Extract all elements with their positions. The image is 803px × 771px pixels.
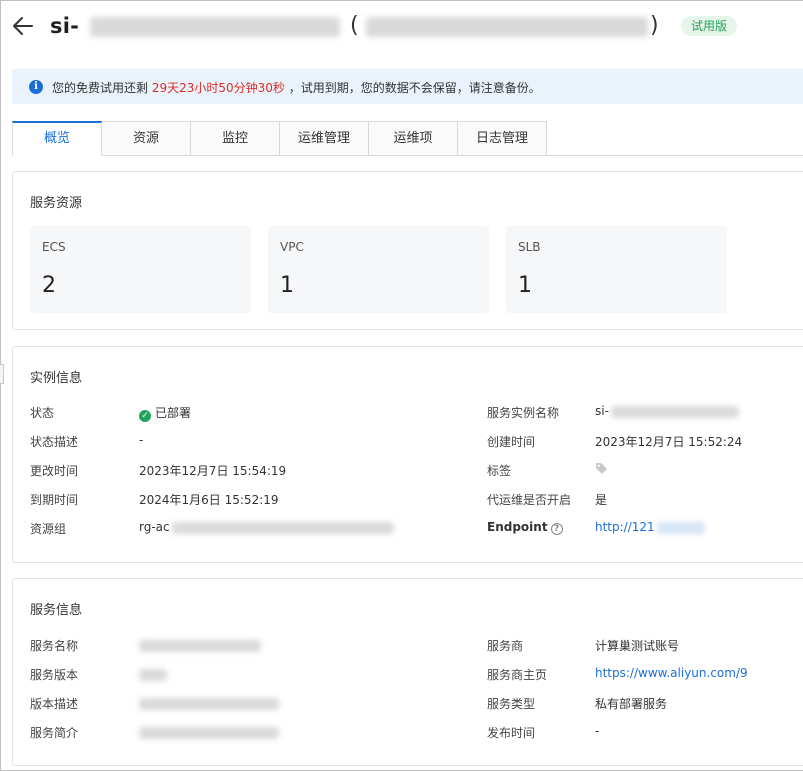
service-summary-label: 服务简介	[30, 726, 79, 740]
arrow-left-icon	[13, 17, 33, 35]
publish-time-label: 发布时间	[487, 726, 536, 740]
modified-time-value: 2023年12月7日 15:54:19	[139, 464, 287, 478]
service-summary-value	[139, 725, 279, 739]
tab-monitoring[interactable]: 监控	[191, 121, 280, 156]
tag-icon[interactable]	[595, 462, 608, 474]
tags-value	[595, 462, 608, 477]
tab-overview[interactable]: 概览	[12, 121, 102, 156]
resource-count: 1	[280, 273, 294, 298]
status-desc-value: -	[139, 433, 144, 447]
instance-info-card: 实例信息 状态 ✓ 已部署 状态描述 - 更改时间 2023年12月7日 15:5…	[12, 346, 803, 563]
service-type-value: 私有部署服务	[595, 697, 668, 711]
service-name-label: 服务名称	[30, 639, 79, 653]
modified-time-label: 更改时间	[30, 464, 79, 478]
card-title: 服务资源	[30, 196, 83, 211]
back-button[interactable]	[12, 14, 34, 38]
provider-label: 服务商	[487, 639, 524, 653]
version-desc-value	[139, 696, 279, 710]
tab-log-management[interactable]: 日志管理	[458, 121, 547, 156]
resource-slb[interactable]: SLB 1	[506, 226, 727, 313]
status-text: 已部署	[155, 406, 192, 420]
redacted-service-version	[139, 668, 167, 681]
tab-ops-items[interactable]: 运维项	[369, 121, 458, 156]
resource-label: VPC	[280, 240, 304, 254]
resource-group-value: rg-ac	[139, 520, 394, 534]
tab-resources[interactable]: 资源	[102, 121, 191, 156]
redacted-resource-group	[171, 521, 394, 534]
tab-divider	[547, 155, 803, 156]
instance-name-value: si-	[595, 404, 739, 418]
service-version-value	[139, 667, 167, 681]
status-label: 状态	[30, 406, 55, 420]
card-title: 实例信息	[30, 371, 83, 386]
card-title: 服务信息	[30, 603, 83, 618]
redacted-service-name	[139, 639, 261, 652]
instance-name-label: 服务实例名称	[487, 406, 560, 420]
resource-count: 2	[42, 273, 56, 298]
service-info-card: 服务信息 服务名称 服务版本 版本描述 服务简介 服务商 计算巢测试账号 服务商…	[12, 578, 803, 766]
service-type-label: 服务类型	[487, 697, 536, 711]
resource-group-prefix: rg-ac	[139, 520, 170, 534]
tags-label: 标签	[487, 464, 512, 478]
publish-time-value: -	[595, 724, 600, 738]
status-value: ✓ 已部署	[139, 404, 191, 422]
tab-bar: 概览 资源 监控 运维管理 运维项 日志管理	[12, 121, 547, 156]
endpoint-value[interactable]: http://121	[595, 520, 705, 534]
notice-text: 您的免费试用还剩 29天23小时50分钟30秒 ，试用到期，您的数据不会保留，请…	[52, 79, 541, 96]
page-title: si-	[50, 14, 80, 38]
redacted-instance-name-value	[610, 405, 739, 418]
created-time-value: 2023年12月7日 15:52:24	[595, 435, 743, 449]
check-circle-icon: ✓	[139, 410, 151, 422]
trial-badge: 试用版	[681, 16, 738, 36]
provider-homepage-link[interactable]: https://www.aliyun.com/9	[595, 666, 748, 680]
resource-label: SLB	[518, 240, 541, 254]
created-time-label: 创建时间	[487, 435, 536, 449]
instance-name-prefix: si-	[595, 404, 609, 418]
service-resources-card: 服务资源 ECS 2 VPC 1 SLB 1	[12, 171, 803, 330]
side-collapse-handle[interactable]	[0, 364, 4, 384]
resource-label: ECS	[42, 240, 66, 254]
info-icon: i	[29, 80, 43, 94]
notice-text-after: ，试用到期，您的数据不会保留，请注意备份。	[284, 81, 541, 95]
resource-ecs[interactable]: ECS 2	[30, 226, 251, 313]
redacted-version-desc	[139, 697, 279, 710]
trial-notice: i 您的免费试用还剩 29天23小时50分钟30秒 ，试用到期，您的数据不会保留…	[12, 69, 803, 104]
endpoint-label: Endpoint	[487, 520, 548, 534]
service-name-value	[139, 638, 261, 652]
redacted-instance-id	[90, 17, 340, 37]
service-version-label: 服务版本	[30, 668, 79, 682]
title-paren-open: (	[350, 13, 359, 38]
redacted-service-summary	[139, 726, 279, 739]
resource-count: 1	[518, 273, 532, 298]
proxy-ops-label: 代运维是否开启	[487, 493, 572, 507]
provider-homepage-label: 服务商主页	[487, 668, 548, 682]
version-desc-label: 版本描述	[30, 697, 79, 711]
notice-text-before: 您的免费试用还剩	[52, 81, 152, 95]
status-desc-label: 状态描述	[30, 435, 79, 449]
expire-time-label: 到期时间	[30, 493, 79, 507]
endpoint-link[interactable]: http://121	[595, 520, 655, 534]
expire-time-value: 2024年1月6日 15:52:19	[139, 493, 279, 507]
title-paren-close: )	[650, 13, 659, 38]
proxy-ops-value: 是	[595, 493, 608, 507]
question-circle-icon[interactable]: ?	[550, 523, 563, 535]
tab-ops-management[interactable]: 运维管理	[280, 121, 369, 156]
trial-remaining-time: 29天23小时50分钟30秒	[151, 81, 285, 95]
resource-vpc[interactable]: VPC 1	[268, 226, 489, 313]
resource-group-label: 资源组	[30, 522, 67, 536]
redacted-endpoint	[656, 521, 705, 534]
page-header: si- ( ) 试用版	[0, 0, 803, 58]
redacted-instance-name	[366, 17, 648, 37]
endpoint-label-row: Endpoint?	[487, 520, 563, 535]
provider-value: 计算巢测试账号	[595, 639, 680, 653]
